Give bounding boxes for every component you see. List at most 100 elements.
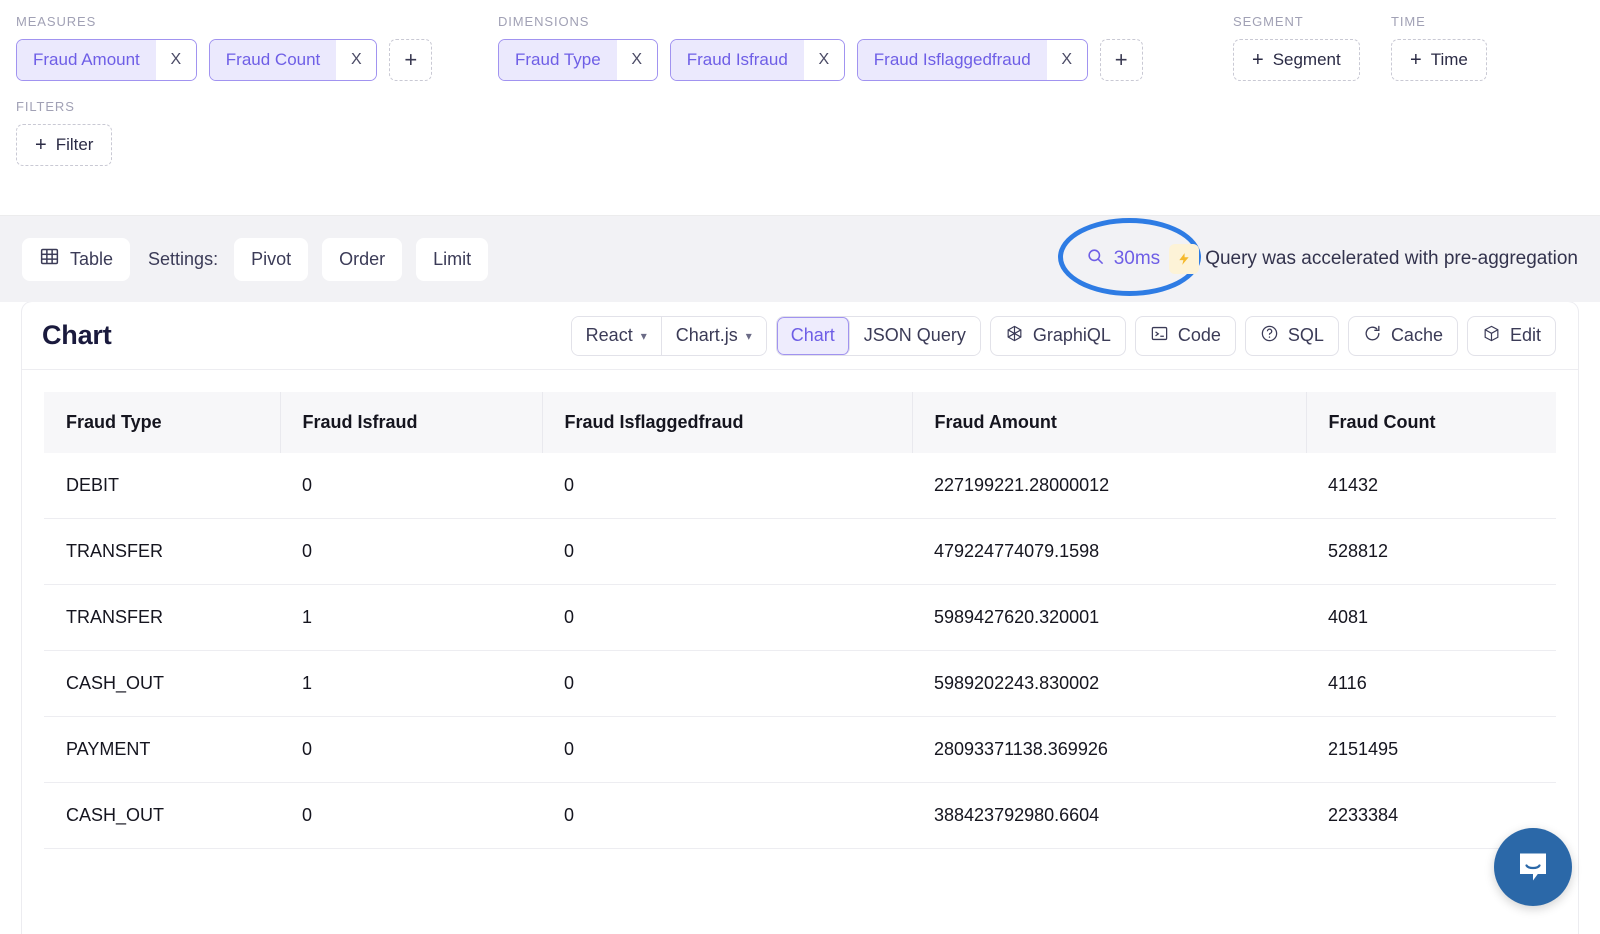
measures-chips: Fraud Amount X Fraud Count X +	[16, 39, 498, 81]
limit-button[interactable]: Limit	[416, 237, 489, 281]
table-row: TRANSFER 0 0 479224774079.1598 528812	[44, 518, 1556, 585]
framework-select[interactable]: React ▾	[571, 316, 662, 355]
dimension-chip-fraud-isflaggedfraud[interactable]: Fraud Isflaggedfraud X	[856, 39, 1088, 81]
table-row: TRANSFER 1 0 5989427620.320001 4081	[44, 584, 1556, 651]
query-builder: MEASURES Fraud Amount X Fraud Count X + …	[0, 0, 1600, 215]
framework-value: React	[585, 325, 633, 345]
remove-icon[interactable]: X	[155, 40, 196, 80]
table-view-label: Table	[70, 248, 114, 269]
chip-label: Fraud Amount	[17, 40, 156, 80]
measures-label: MEASURES	[16, 14, 97, 29]
remove-icon[interactable]: X	[336, 40, 377, 80]
column-header-fraud-isflaggedfraud[interactable]: Fraud Isflaggedfraud	[542, 392, 913, 453]
results-table: Fraud Type Fraud Isfraud Fraud Isflagged…	[44, 392, 1556, 849]
table-row: PAYMENT 0 0 28093371138.369926 2151495	[44, 716, 1556, 783]
table-row: DEBIT 0 0 227199221.28000012 41432	[44, 453, 1556, 519]
dimensions-group: DIMENSIONS Fraud Type X Fraud Isfraud X …	[498, 14, 1233, 81]
graphiql-icon	[1005, 324, 1024, 348]
table-body: DEBIT 0 0 227199221.28000012 41432 TRANS…	[44, 453, 1556, 849]
column-header-fraud-isfraud[interactable]: Fraud Isfraud	[280, 392, 543, 453]
plus-icon: +	[1410, 49, 1422, 71]
refresh-icon	[1363, 324, 1382, 348]
cell-fraud-count: 2151495	[1306, 716, 1556, 783]
cell-fraud-type: CASH_OUT	[44, 650, 280, 717]
column-header-fraud-amount[interactable]: Fraud Amount	[912, 392, 1307, 453]
cell-fraud-isfraud: 1	[280, 584, 542, 651]
dimensions-label: DIMENSIONS	[498, 14, 590, 29]
add-time-button[interactable]: + Time	[1391, 39, 1487, 81]
dimension-chip-fraud-isfraud[interactable]: Fraud Isfraud X	[669, 39, 845, 81]
code-button[interactable]: Code	[1134, 315, 1236, 356]
cell-fraud-isfraud: 0	[280, 453, 542, 519]
column-header-fraud-type[interactable]: Fraud Type	[44, 392, 281, 453]
table-view-button[interactable]: Table	[22, 237, 131, 281]
add-segment-button[interactable]: + Segment	[1233, 39, 1360, 81]
remove-icon[interactable]: X	[1046, 40, 1087, 80]
measure-chip-fraud-count[interactable]: Fraud Count X	[208, 39, 378, 81]
cell-fraud-amount: 5989202243.830002	[912, 650, 1306, 717]
query-time-value: 30ms	[1113, 248, 1161, 269]
terminal-icon	[1150, 324, 1169, 348]
add-time-label: Time	[1430, 50, 1468, 69]
cell-fraud-amount: 388423792980.6604	[912, 782, 1306, 849]
cell-fraud-isflaggedfraud: 0	[542, 453, 912, 519]
code-label: Code	[1177, 325, 1221, 345]
cell-fraud-amount: 227199221.28000012	[912, 453, 1306, 519]
edit-button[interactable]: Edit	[1466, 315, 1556, 356]
cell-fraud-amount: 5989427620.320001	[912, 584, 1306, 651]
acceleration-message: Query was accelerated with pre-aggregati…	[1205, 248, 1578, 269]
cell-fraud-isflaggedfraud: 0	[542, 584, 912, 651]
library-select[interactable]: Chart.js ▾	[661, 316, 766, 355]
tab-json-query[interactable]: JSON Query	[849, 316, 980, 355]
time-group: TIME + Time	[1391, 14, 1511, 81]
cell-fraud-isflaggedfraud: 0	[542, 716, 912, 783]
remove-icon[interactable]: X	[803, 40, 844, 80]
add-filter-button[interactable]: + Filter	[16, 124, 113, 166]
cache-label: Cache	[1390, 325, 1443, 345]
table-row: CASH_OUT 0 0 388423792980.6604 2233384	[44, 782, 1556, 849]
chart-card: Chart React ▾ Chart.js ▾ Chart JSON Quer…	[22, 302, 1578, 934]
plus-icon: +	[35, 134, 47, 156]
chevron-down-icon: ▾	[640, 328, 647, 343]
sql-button[interactable]: SQL	[1244, 315, 1339, 356]
add-dimension-button[interactable]: +	[1099, 39, 1143, 81]
framework-selectors: React ▾ Chart.js ▾	[570, 315, 767, 356]
filters-label: FILTERS	[16, 99, 75, 114]
graphiql-button[interactable]: GraphiQL	[989, 315, 1126, 356]
table-header-row: Fraud Type Fraud Isfraud Fraud Isflagged…	[44, 392, 1556, 453]
cell-fraud-count: 4116	[1306, 650, 1556, 717]
library-value: Chart.js	[675, 325, 738, 345]
members-row: MEASURES Fraud Amount X Fraud Count X + …	[16, 14, 1584, 81]
dimension-chip-fraud-type[interactable]: Fraud Type X	[498, 39, 658, 81]
chevron-down-icon: ▾	[745, 328, 752, 343]
table-icon	[39, 246, 60, 272]
cube-icon	[1482, 324, 1501, 348]
query-status: 30ms Query was accelerated with pre-aggr…	[1057, 218, 1578, 296]
settings-label: Settings:	[148, 248, 219, 269]
cache-button[interactable]: Cache	[1347, 315, 1458, 356]
cell-fraud-isfraud: 1	[280, 650, 542, 717]
cell-fraud-isflaggedfraud: 0	[542, 518, 912, 585]
cell-fraud-type: DEBIT	[44, 453, 280, 519]
order-button[interactable]: Order	[322, 237, 403, 281]
cell-fraud-amount: 28093371138.369926	[912, 716, 1306, 783]
filters-group: FILTERS + Filter	[16, 99, 1584, 166]
pivot-button[interactable]: Pivot	[234, 237, 309, 281]
page-title: Chart	[42, 320, 112, 350]
sql-label: SQL	[1287, 325, 1324, 345]
add-filter-label: Filter	[55, 135, 94, 154]
add-measure-button[interactable]: +	[389, 39, 433, 81]
cell-fraud-type: CASH_OUT	[44, 782, 280, 849]
dimensions-chips: Fraud Type X Fraud Isfraud X Fraud Isfla…	[498, 39, 1233, 81]
intercom-launcher-button[interactable]	[1494, 828, 1572, 906]
tab-chart[interactable]: Chart	[776, 316, 850, 355]
cell-fraud-isfraud: 0	[280, 782, 542, 849]
cell-fraud-type: TRANSFER	[44, 584, 280, 651]
cell-fraud-type: TRANSFER	[44, 518, 280, 585]
column-header-fraud-count[interactable]: Fraud Count	[1306, 392, 1556, 453]
remove-icon[interactable]: X	[616, 40, 657, 80]
segment-group: SEGMENT + Segment	[1233, 14, 1391, 81]
graphiql-label: GraphiQL	[1032, 325, 1111, 345]
measure-chip-fraud-amount[interactable]: Fraud Amount X	[16, 39, 197, 81]
query-timing[interactable]: 30ms	[1086, 244, 1200, 274]
